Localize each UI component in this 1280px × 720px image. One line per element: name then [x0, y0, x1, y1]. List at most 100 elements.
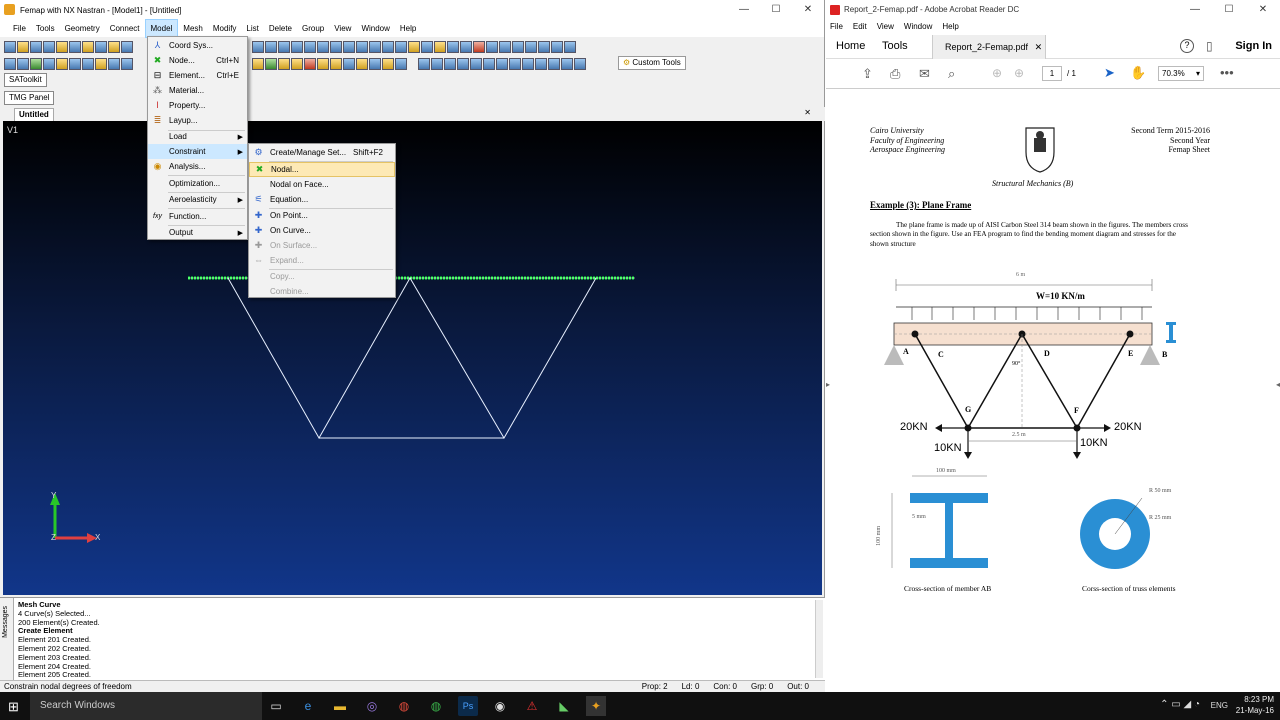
menu-item-expand[interactable]: ⇔ Expand...	[249, 253, 395, 268]
upload-icon[interactable]: ⇪	[862, 66, 873, 82]
toolbar-icon[interactable]	[56, 57, 68, 70]
media-icon[interactable]: ◉	[490, 696, 510, 716]
redo-icon[interactable]	[265, 40, 277, 53]
search-icon[interactable]: ⌕	[948, 66, 955, 82]
messages-scrollbar[interactable]	[815, 600, 823, 678]
page-number-input[interactable]: 1	[1042, 66, 1062, 81]
select-cursor-icon[interactable]: ➤	[1104, 65, 1115, 81]
menu-item-load[interactable]: Load ▶	[148, 129, 247, 144]
file-explorer-icon[interactable]: ▬	[330, 696, 350, 716]
more-tools-icon[interactable]: •••	[1220, 65, 1234, 80]
chrome-icon[interactable]: ◍	[394, 696, 414, 716]
undo-icon[interactable]	[252, 40, 264, 53]
toolbar-icon[interactable]	[343, 57, 355, 70]
save-icon[interactable]	[30, 40, 42, 53]
minimize-button[interactable]: —	[1178, 0, 1212, 20]
language-indicator[interactable]: ENG	[1211, 701, 1228, 710]
toolbar-icon[interactable]	[548, 57, 560, 70]
toolbar-icon[interactable]	[535, 57, 547, 70]
toolbar-icon[interactable]	[382, 57, 394, 70]
toolbar-icon[interactable]	[356, 57, 368, 70]
right-pane-toggle-icon[interactable]: ◂	[1276, 380, 1280, 389]
menu-item-on-point[interactable]: ✚ On Point...	[249, 208, 395, 223]
menu-delete[interactable]: Delete	[264, 20, 297, 37]
toolbar-icon[interactable]	[561, 57, 573, 70]
toolbar-icon[interactable]	[457, 57, 469, 70]
nvidia-icon[interactable]: ◣	[554, 696, 574, 716]
menu-item-equation[interactable]: ⚟ Equation...	[249, 192, 395, 207]
menu-item-on-surface[interactable]: ✚ On Surface...	[249, 238, 395, 253]
toolbar-icon[interactable]	[483, 57, 495, 70]
toolbar-icon[interactable]	[447, 40, 459, 53]
tab-untitled[interactable]: Untitled	[14, 108, 54, 121]
menu-modify[interactable]: Modify	[208, 20, 242, 37]
toolbar-icon[interactable]	[418, 57, 430, 70]
maximize-button[interactable]: ☐	[760, 0, 792, 20]
toolbar-icon[interactable]	[473, 40, 485, 53]
system-tray-icons[interactable]: ⌃ ▭ ◢ ◔	[1160, 699, 1200, 710]
menu-item-combine[interactable]: Combine...	[249, 284, 395, 299]
menu-view[interactable]: View	[329, 20, 356, 37]
messages-tab[interactable]: Messages	[0, 598, 14, 681]
chrome-alt-icon[interactable]: ◍	[426, 696, 446, 716]
photoshop-icon[interactable]: Ps	[458, 696, 478, 716]
sign-in-button[interactable]: Sign In	[1235, 40, 1272, 52]
menu-item-analysis[interactable]: ◉ Analysis...	[148, 159, 247, 174]
toolbar-icon[interactable]	[382, 40, 394, 53]
toolbar-icon[interactable]	[278, 57, 290, 70]
toolbar-icon[interactable]	[522, 57, 534, 70]
close-view-icon[interactable]: ✕	[804, 108, 811, 117]
menu-item-copy[interactable]: Copy...	[249, 269, 395, 284]
toolbar-icon[interactable]	[317, 40, 329, 53]
menu-item-optimization[interactable]: Optimization...	[148, 176, 247, 191]
toolbar-icon[interactable]	[252, 57, 264, 70]
taskbar-search[interactable]: Search Windows	[30, 692, 262, 720]
toolbar-icon[interactable]	[278, 40, 290, 53]
toolbar-icon[interactable]	[291, 57, 303, 70]
toolbar-icon[interactable]	[564, 40, 576, 53]
mobile-link-icon[interactable]: ▯	[1206, 39, 1213, 53]
left-pane-toggle-icon[interactable]: ▸	[826, 380, 830, 389]
menu-item-constraint[interactable]: Constraint ▶	[148, 144, 247, 159]
menu-view[interactable]: View	[877, 20, 894, 34]
menu-item-element[interactable]: ⊟ Element... Ctrl+E	[148, 68, 247, 83]
satoolkit-panel[interactable]: SAToolkit	[4, 73, 47, 87]
toolbar-icon[interactable]	[69, 40, 81, 53]
toolbar-icon[interactable]	[121, 40, 133, 53]
toolbar-icon[interactable]	[304, 57, 316, 70]
minimize-button[interactable]: —	[728, 0, 760, 20]
toolbar-icon[interactable]	[574, 57, 586, 70]
menu-item-coord-sys[interactable]: ⅄ Coord Sys...	[148, 38, 247, 53]
toolbar-icon[interactable]	[512, 40, 524, 53]
new-icon[interactable]	[4, 40, 16, 53]
toolbar-icon[interactable]	[356, 40, 368, 53]
toolbar-icon[interactable]	[486, 40, 498, 53]
toolbar-icon[interactable]	[4, 57, 16, 70]
toolbar-icon[interactable]	[30, 57, 42, 70]
toolbar-icon[interactable]	[291, 40, 303, 53]
toolbar-icon[interactable]	[95, 40, 107, 53]
toolbar-icon[interactable]	[421, 40, 433, 53]
toolbar-icon[interactable]	[330, 57, 342, 70]
toolbar-icon[interactable]	[82, 40, 94, 53]
close-button[interactable]: ✕	[792, 0, 824, 20]
toolbar-icon[interactable]	[317, 57, 329, 70]
toolbar-icon[interactable]	[108, 57, 120, 70]
menu-geometry[interactable]: Geometry	[60, 20, 105, 37]
toolbar-icon[interactable]	[265, 57, 277, 70]
toolbar-icon[interactable]	[408, 40, 420, 53]
menu-list[interactable]: List	[241, 20, 263, 37]
toolbar-icon[interactable]	[551, 40, 563, 53]
toolbar-icon[interactable]	[444, 57, 456, 70]
toolbar-icon[interactable]	[434, 40, 446, 53]
windows-start-icon[interactable]: ⊞	[8, 699, 19, 715]
print-icon[interactable]	[43, 40, 55, 53]
document-tab[interactable]: Report_2-Femap.pdf ✕	[932, 35, 1046, 59]
menu-item-material[interactable]: ⁂ Material...	[148, 83, 247, 98]
toolbar-icon[interactable]	[395, 57, 407, 70]
toolbar-icon[interactable]	[525, 40, 537, 53]
zoom-icon[interactable]	[330, 40, 342, 53]
toolbar-icon[interactable]	[395, 40, 407, 53]
toolbar-icon[interactable]	[496, 57, 508, 70]
tools-tab[interactable]: Tools	[882, 40, 908, 52]
